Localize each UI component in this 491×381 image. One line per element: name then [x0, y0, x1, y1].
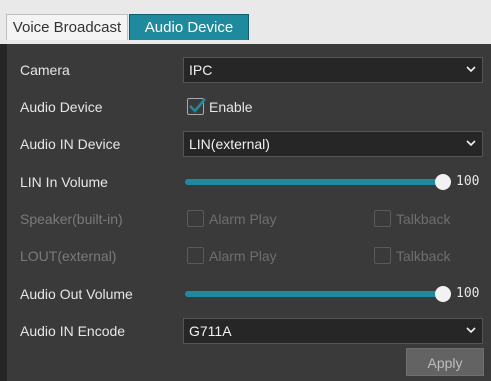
tab-voice-broadcast[interactable]: Voice Broadcast: [6, 14, 128, 40]
lin-in-volume-handle[interactable]: [435, 174, 451, 190]
camera-label: Camera: [20, 62, 70, 78]
lout-talkback-checkbox[interactable]: [374, 247, 391, 264]
camera-row: Camera IPC: [7, 56, 491, 84]
chevron-down-icon: [466, 327, 476, 334]
audio-in-device-label: Audio IN Device: [20, 136, 121, 152]
lin-in-volume-row: LIN In Volume 100: [7, 168, 491, 196]
camera-select[interactable]: IPC: [183, 57, 483, 83]
lout-alarm-play-label: Alarm Play: [209, 248, 277, 264]
settings-panel: Camera IPC Audio Device Enable Audio IN …: [7, 44, 491, 381]
speaker-talkback-label: Talkback: [396, 211, 451, 227]
enable-label: Enable: [209, 99, 253, 115]
audio-out-volume-slider[interactable]: [185, 286, 451, 302]
audio-out-volume-value: 100: [456, 286, 480, 301]
audio-in-device-select[interactable]: LIN(external): [183, 131, 483, 157]
lin-in-volume-label: LIN In Volume: [20, 174, 108, 190]
speaker-alarm-play-label: Alarm Play: [209, 211, 277, 227]
audio-in-device-value: LIN(external): [189, 136, 270, 152]
enable-checkbox[interactable]: [187, 98, 206, 115]
speaker-alarm-play-checkbox[interactable]: [187, 210, 204, 227]
audio-device-row: Audio Device Enable: [7, 93, 491, 121]
audio-in-encode-value: G711A: [189, 323, 232, 339]
audio-in-encode-select[interactable]: G711A: [183, 318, 483, 344]
speaker-builtin-row: Speaker(built-in) Alarm Play Talkback: [7, 205, 491, 233]
lin-in-volume-value: 100: [456, 174, 480, 189]
audio-in-encode-label: Audio IN Encode: [20, 323, 126, 339]
chevron-down-icon: [466, 66, 476, 73]
tab-bar: Voice Broadcast Audio Device: [0, 0, 491, 44]
audio-in-device-row: Audio IN Device LIN(external): [7, 130, 491, 158]
apply-button[interactable]: Apply: [406, 348, 484, 376]
lout-external-row: LOUT(external) Alarm Play Talkback: [7, 242, 491, 270]
audio-out-volume-fill: [185, 291, 443, 297]
audio-out-volume-label: Audio Out Volume: [20, 286, 133, 302]
audio-in-encode-row: Audio IN Encode G711A: [7, 317, 491, 345]
lout-talkback-label: Talkback: [396, 248, 451, 264]
tab-audio-device[interactable]: Audio Device: [129, 14, 249, 40]
lout-external-label: LOUT(external): [20, 248, 117, 264]
audio-out-volume-handle[interactable]: [435, 286, 451, 302]
lin-in-volume-fill: [185, 179, 443, 185]
chevron-down-icon: [466, 140, 476, 147]
lout-alarm-play-checkbox[interactable]: [187, 247, 204, 264]
camera-value: IPC: [189, 62, 213, 78]
speaker-builtin-label: Speaker(built-in): [20, 211, 123, 227]
checkmark-icon: [189, 98, 206, 113]
lin-in-volume-slider[interactable]: [185, 174, 451, 190]
audio-out-volume-row: Audio Out Volume 100: [7, 280, 491, 308]
audio-device-label: Audio Device: [20, 99, 103, 115]
speaker-talkback-checkbox[interactable]: [374, 210, 391, 227]
